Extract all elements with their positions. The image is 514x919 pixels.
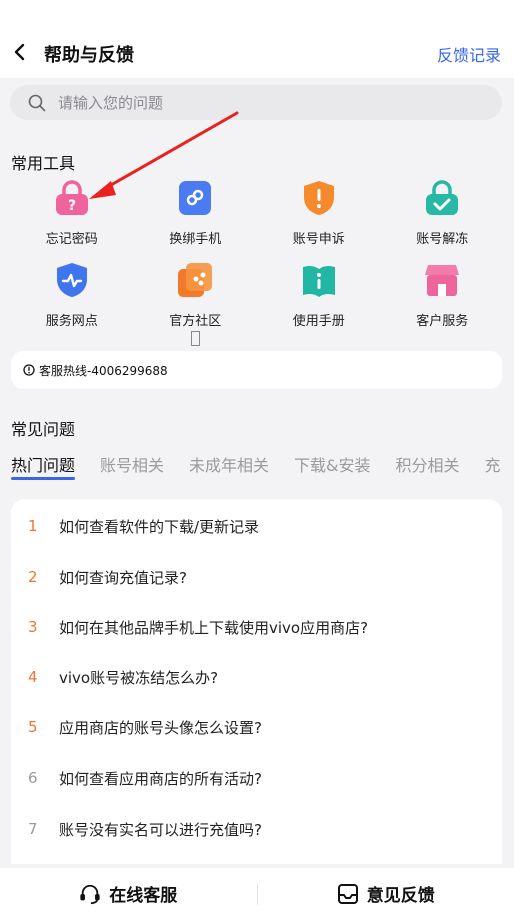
bottom-bar: 在线客服 意见反馈: [0, 868, 514, 919]
store-icon: [422, 260, 462, 300]
svg-text:?: ?: [68, 198, 76, 214]
book-info-icon: [299, 260, 339, 300]
faq-section-title: 常见问题: [11, 420, 76, 439]
tool-label: 服务网点: [45, 314, 98, 329]
faq-number: 2: [28, 568, 38, 586]
tool-account-appeal[interactable]: 账号申诉: [257, 178, 381, 248]
list-item[interactable]: 1 如何查看软件的下载/更新记录: [11, 511, 502, 541]
list-item[interactable]: 7 账号没有实名可以进行充值吗?: [11, 814, 502, 844]
online-service-button[interactable]: 在线客服: [0, 881, 257, 906]
faq-number: 5: [28, 718, 38, 736]
tool-label: 账号解冻: [416, 232, 469, 247]
hotline-text: 客服热线-4006299688: [39, 363, 168, 378]
shield-pulse-icon: [52, 260, 92, 300]
faq-question: vivo账号被冻结怎么办?: [59, 668, 219, 687]
feedback-button[interactable]: 意见反馈: [258, 881, 514, 906]
tools-grid: ? 忘记密码 换绑手机 账号申诉 账号解冻 服务网点 官方社区 使用手册 客户服…: [10, 178, 505, 346]
page-title: 帮助与反馈: [44, 45, 134, 66]
lock-check-icon: [422, 178, 462, 218]
tool-label: 官方社区: [169, 314, 222, 329]
faq-list: 1 如何查看软件的下载/更新记录 2 如何查询充值记录? 3 如何在其他品牌手机…: [11, 499, 502, 864]
tool-label: 客户服务: [416, 314, 469, 329]
lock-question-icon: ?: [52, 178, 92, 218]
community-icon: [175, 260, 215, 300]
list-item[interactable]: 6 如何查看应用商店的所有活动?: [11, 763, 502, 793]
tool-label: 账号申诉: [292, 232, 345, 247]
faq-tabs: 热门问题 账号相关 未成年相关 下载&安装 积分相关 充: [11, 452, 514, 482]
headset-icon: [79, 883, 101, 905]
faq-question: 如何查询充值记录?: [59, 568, 187, 587]
list-item[interactable]: 4 vivo账号被冻结怎么办?: [11, 662, 502, 692]
hotline-bar[interactable]: 客服热线-4006299688: [11, 351, 502, 389]
faq-question: 如何查看软件的下载/更新记录: [59, 517, 260, 536]
tool-label: 忘记密码: [45, 232, 98, 247]
tools-section-title: 常用工具: [11, 154, 76, 173]
top-bar: 帮助与反馈 反馈记录: [0, 0, 514, 78]
tool-user-manual[interactable]: 使用手册: [257, 260, 381, 330]
shield-alert-icon: [299, 178, 339, 218]
tool-account-unfreeze[interactable]: 账号解冻: [381, 178, 505, 248]
faq-question: 账号没有实名可以进行充值吗?: [59, 820, 262, 839]
tab-recharge[interactable]: 充: [485, 452, 501, 480]
faq-number: 4: [28, 668, 38, 686]
placeholder-glyph-icon: [190, 331, 200, 346]
search-input[interactable]: [58, 93, 478, 112]
tab-minors[interactable]: 未成年相关: [189, 452, 269, 480]
tool-rebind-phone[interactable]: 换绑手机: [134, 178, 258, 248]
search-icon: [28, 94, 46, 112]
chevron-left-icon: [14, 43, 25, 61]
feedback-label: 意见反馈: [366, 886, 435, 906]
phone-link-icon: [175, 178, 215, 218]
tool-forgot-password[interactable]: ? 忘记密码: [10, 178, 134, 248]
faq-question: 如何查看应用商店的所有活动?: [59, 769, 262, 788]
feedback-record-link[interactable]: 反馈记录: [437, 42, 501, 66]
tool-label: 使用手册: [292, 314, 345, 329]
tool-customer-service[interactable]: 客户服务: [381, 260, 505, 330]
online-service-label: 在线客服: [109, 886, 178, 906]
faq-question: 应用商店的账号头像怎么设置?: [59, 718, 262, 737]
tab-account[interactable]: 账号相关: [100, 452, 164, 480]
tool-official-community[interactable]: 官方社区: [134, 260, 258, 346]
list-item[interactable]: 5 应用商店的账号头像怎么设置?: [11, 712, 502, 742]
faq-number: 7: [28, 820, 38, 838]
back-button[interactable]: [8, 40, 32, 64]
tool-label: 换绑手机: [169, 232, 222, 247]
faq-number: 3: [28, 618, 38, 636]
tool-service-outlets[interactable]: 服务网点: [10, 260, 134, 330]
search-bar[interactable]: [10, 85, 502, 120]
faq-number: 6: [28, 769, 38, 787]
tab-points[interactable]: 积分相关: [396, 452, 460, 480]
feedback-inbox-icon: [337, 883, 359, 905]
tab-hot-questions[interactable]: 热门问题: [11, 452, 76, 480]
faq-question: 如何在其他品牌手机上下载使用vivo应用商店?: [59, 618, 369, 637]
faq-number: 1: [28, 517, 38, 535]
list-item[interactable]: 2 如何查询充值记录?: [11, 562, 502, 592]
tab-download-install[interactable]: 下载&安装: [294, 452, 370, 480]
info-icon: [23, 364, 35, 376]
list-item[interactable]: 3 如何在其他品牌手机上下载使用vivo应用商店?: [11, 612, 502, 642]
